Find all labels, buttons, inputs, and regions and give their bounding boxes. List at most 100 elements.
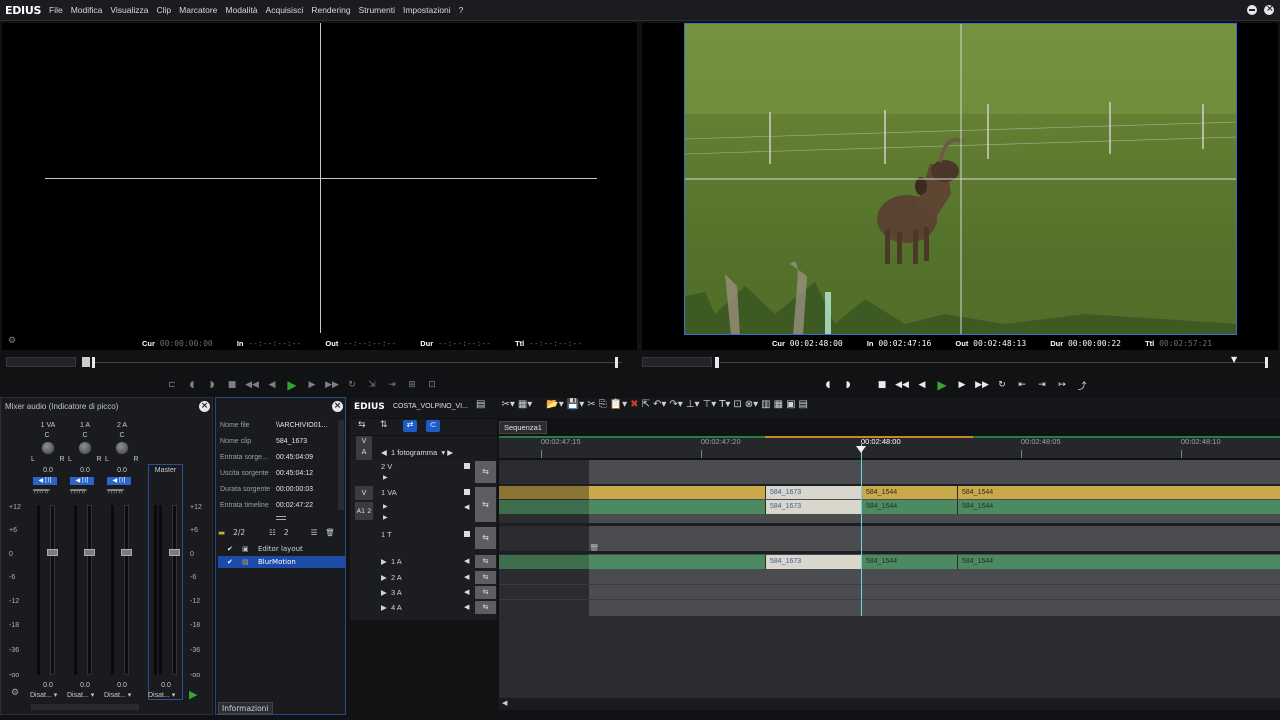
recorder-mark-in-icon[interactable]: ◖ <box>818 376 838 394</box>
master-fader-thumb[interactable] <box>169 549 180 556</box>
channel-fader[interactable] <box>87 505 92 675</box>
master-fader[interactable] <box>172 505 177 675</box>
player-rewind-icon[interactable]: ◀◀ <box>242 376 262 394</box>
menu-item[interactable]: Visualizza <box>106 0 152 21</box>
player-scrub-end[interactable] <box>615 357 618 368</box>
mixer-play-icon[interactable]: ▶ <box>189 688 197 701</box>
recorder-loop-icon[interactable]: ↻ <box>992 376 1012 394</box>
menu-item[interactable]: ? <box>455 0 468 21</box>
track-mute-icon[interactable] <box>464 489 470 495</box>
channel-mode[interactable]: Disat... ▾ <box>104 691 138 699</box>
cut-icon[interactable]: ✂ <box>587 399 595 410</box>
timescale-select[interactable]: ◀ 1 fotogramma ▾ ▶ <box>381 446 469 459</box>
sync-lock-icon[interactable]: ⇆ <box>475 601 496 614</box>
razor-icon[interactable]: ✂▾ <box>501 399 514 410</box>
render-icon[interactable]: ⊡ <box>733 399 741 410</box>
channel-fader[interactable] <box>50 505 55 675</box>
mixer-close-button[interactable]: × <box>199 401 210 412</box>
player-prev-frame-icon[interactable]: ◀ <box>262 376 282 394</box>
add-effect-icon[interactable]: ⊤▾ <box>703 399 717 410</box>
pan-knob[interactable] <box>115 441 129 455</box>
info-close-button[interactable]: × <box>332 401 343 412</box>
player-play-icon[interactable]: ▶ <box>282 376 302 394</box>
recorder-fast-forward-icon[interactable]: ▶▶ <box>972 376 992 394</box>
menu-item[interactable]: Modalità <box>221 0 261 21</box>
info-scrollbar[interactable] <box>338 420 344 510</box>
player-insert-icon[interactable]: ⇲ <box>362 376 382 394</box>
player-export-icon[interactable]: ⊞ <box>402 376 422 394</box>
menu-item[interactable]: Clip <box>152 0 175 21</box>
open-icon[interactable]: 📂▾ <box>546 399 563 410</box>
new-bin-icon[interactable]: ▦▾ <box>518 399 532 410</box>
recorder-next-edit-icon[interactable]: ⇥ <box>1032 376 1052 394</box>
delete-icon[interactable]: ✖ <box>630 399 638 410</box>
splitter-handle[interactable] <box>276 516 286 520</box>
player-scrub-track[interactable] <box>92 362 622 363</box>
audio-clip[interactable]: 584_1544 <box>957 500 1280 514</box>
menu-item[interactable]: Strumenti <box>355 0 399 21</box>
menu-item[interactable]: Marcatore <box>175 0 221 21</box>
player-loop-icon[interactable]: ↻ <box>342 376 362 394</box>
channel-eq-icon[interactable]: ╤╤╤╤╤╤ <box>107 487 135 494</box>
marker-icon[interactable]: ⊗▾ <box>745 399 758 410</box>
playhead[interactable] <box>861 444 862 616</box>
player-next-frame-icon[interactable]: ▶ <box>302 376 322 394</box>
speaker-icon[interactable]: ◀ <box>464 603 469 611</box>
sync-mode-icon[interactable]: ⇄ <box>403 420 417 432</box>
channel-eq-icon[interactable]: ╤╤╤╤╤╤ <box>33 487 61 494</box>
mode-icon[interactable]: ⇆ <box>358 420 366 430</box>
recorder-rewind-icon[interactable]: ◀◀ <box>892 376 912 394</box>
paste-icon[interactable]: 📋▾ <box>610 399 627 410</box>
effect-toggle-icon[interactable]: ▣ <box>786 399 795 410</box>
fader-thumb[interactable] <box>121 549 132 556</box>
mixer-settings-icon[interactable]: ⚙ <box>11 688 19 698</box>
audio-clip[interactable]: 584_1544 <box>957 555 1280 569</box>
player-mark-in-icon[interactable]: ◖ <box>182 376 202 394</box>
player-mark-out-icon[interactable]: ◗ <box>202 376 222 394</box>
expand-icon[interactable]: ▶ <box>383 503 388 510</box>
info-toggle-icon[interactable]: ▦ <box>774 399 783 410</box>
channel-mode[interactable]: Disat... ▾ <box>30 691 64 699</box>
channel-mute-icon[interactable]: ◀ [I] <box>70 477 94 485</box>
audio-clip-pre[interactable] <box>499 500 589 514</box>
folder-icon[interactable]: ▬ <box>218 528 225 537</box>
audio-clip-fill[interactable] <box>589 500 765 514</box>
video-clip[interactable]: 584_1673 <box>765 486 861 499</box>
player-set-in-icon[interactable]: ⊏ <box>162 376 182 394</box>
recorder-shuttle[interactable] <box>642 357 712 367</box>
audio-clip[interactable]: 584_1544 <box>861 555 957 569</box>
recorder-play-around-icon[interactable]: ↦ <box>1052 376 1072 394</box>
master-mode[interactable]: Disat... ▾ <box>148 691 184 699</box>
ripple-icon[interactable]: ⇅ <box>380 420 388 430</box>
fader-thumb[interactable] <box>84 549 95 556</box>
pan-knob[interactable] <box>41 441 55 455</box>
player-fast-forward-icon[interactable]: ▶▶ <box>322 376 342 394</box>
sync-lock-icon[interactable]: ⇆ <box>475 487 496 522</box>
snap-icon[interactable]: ⊂ <box>426 420 440 432</box>
marker-list-icon[interactable]: ▤ <box>799 399 808 410</box>
video-clip[interactable]: 584_1544 <box>861 486 957 499</box>
video-clip-fill[interactable] <box>589 486 765 499</box>
settings-corner-icon[interactable]: ⚙ <box>8 336 16 346</box>
recorder-scrub-thumb[interactable] <box>715 357 719 368</box>
player-jog-icon[interactable] <box>82 357 90 367</box>
tab-informazioni[interactable]: Informazioni <box>218 702 273 714</box>
add-in-icon[interactable]: ⊥▾ <box>686 399 700 410</box>
audio-clip[interactable]: 584_1673 <box>765 500 861 514</box>
channel-fader[interactable] <box>124 505 129 675</box>
checkbox-icon[interactable]: ✔ <box>227 543 233 555</box>
trash-icon[interactable]: 🗑 <box>325 528 335 537</box>
close-window-button[interactable] <box>1264 4 1274 15</box>
expand-icon[interactable]: ▶ <box>383 474 388 481</box>
recorder-scrub-end[interactable] <box>1265 357 1268 368</box>
sync-lock-icon[interactable]: ⇆ <box>475 461 496 483</box>
player-monitor[interactable]: ⚙ <box>2 23 637 350</box>
menu-item[interactable]: Rendering <box>307 0 354 21</box>
channel-mute-icon[interactable]: ◀ [I] <box>107 477 131 485</box>
list-icon[interactable]: ☰ <box>311 528 318 537</box>
recorder-monitor[interactable] <box>642 23 1278 350</box>
scroll-left-icon[interactable]: ◀ <box>502 699 507 707</box>
recorder-scrub-track[interactable] <box>720 362 1265 363</box>
pan-knob[interactable] <box>78 441 92 455</box>
sync-lock-icon[interactable]: ⇆ <box>475 527 496 549</box>
